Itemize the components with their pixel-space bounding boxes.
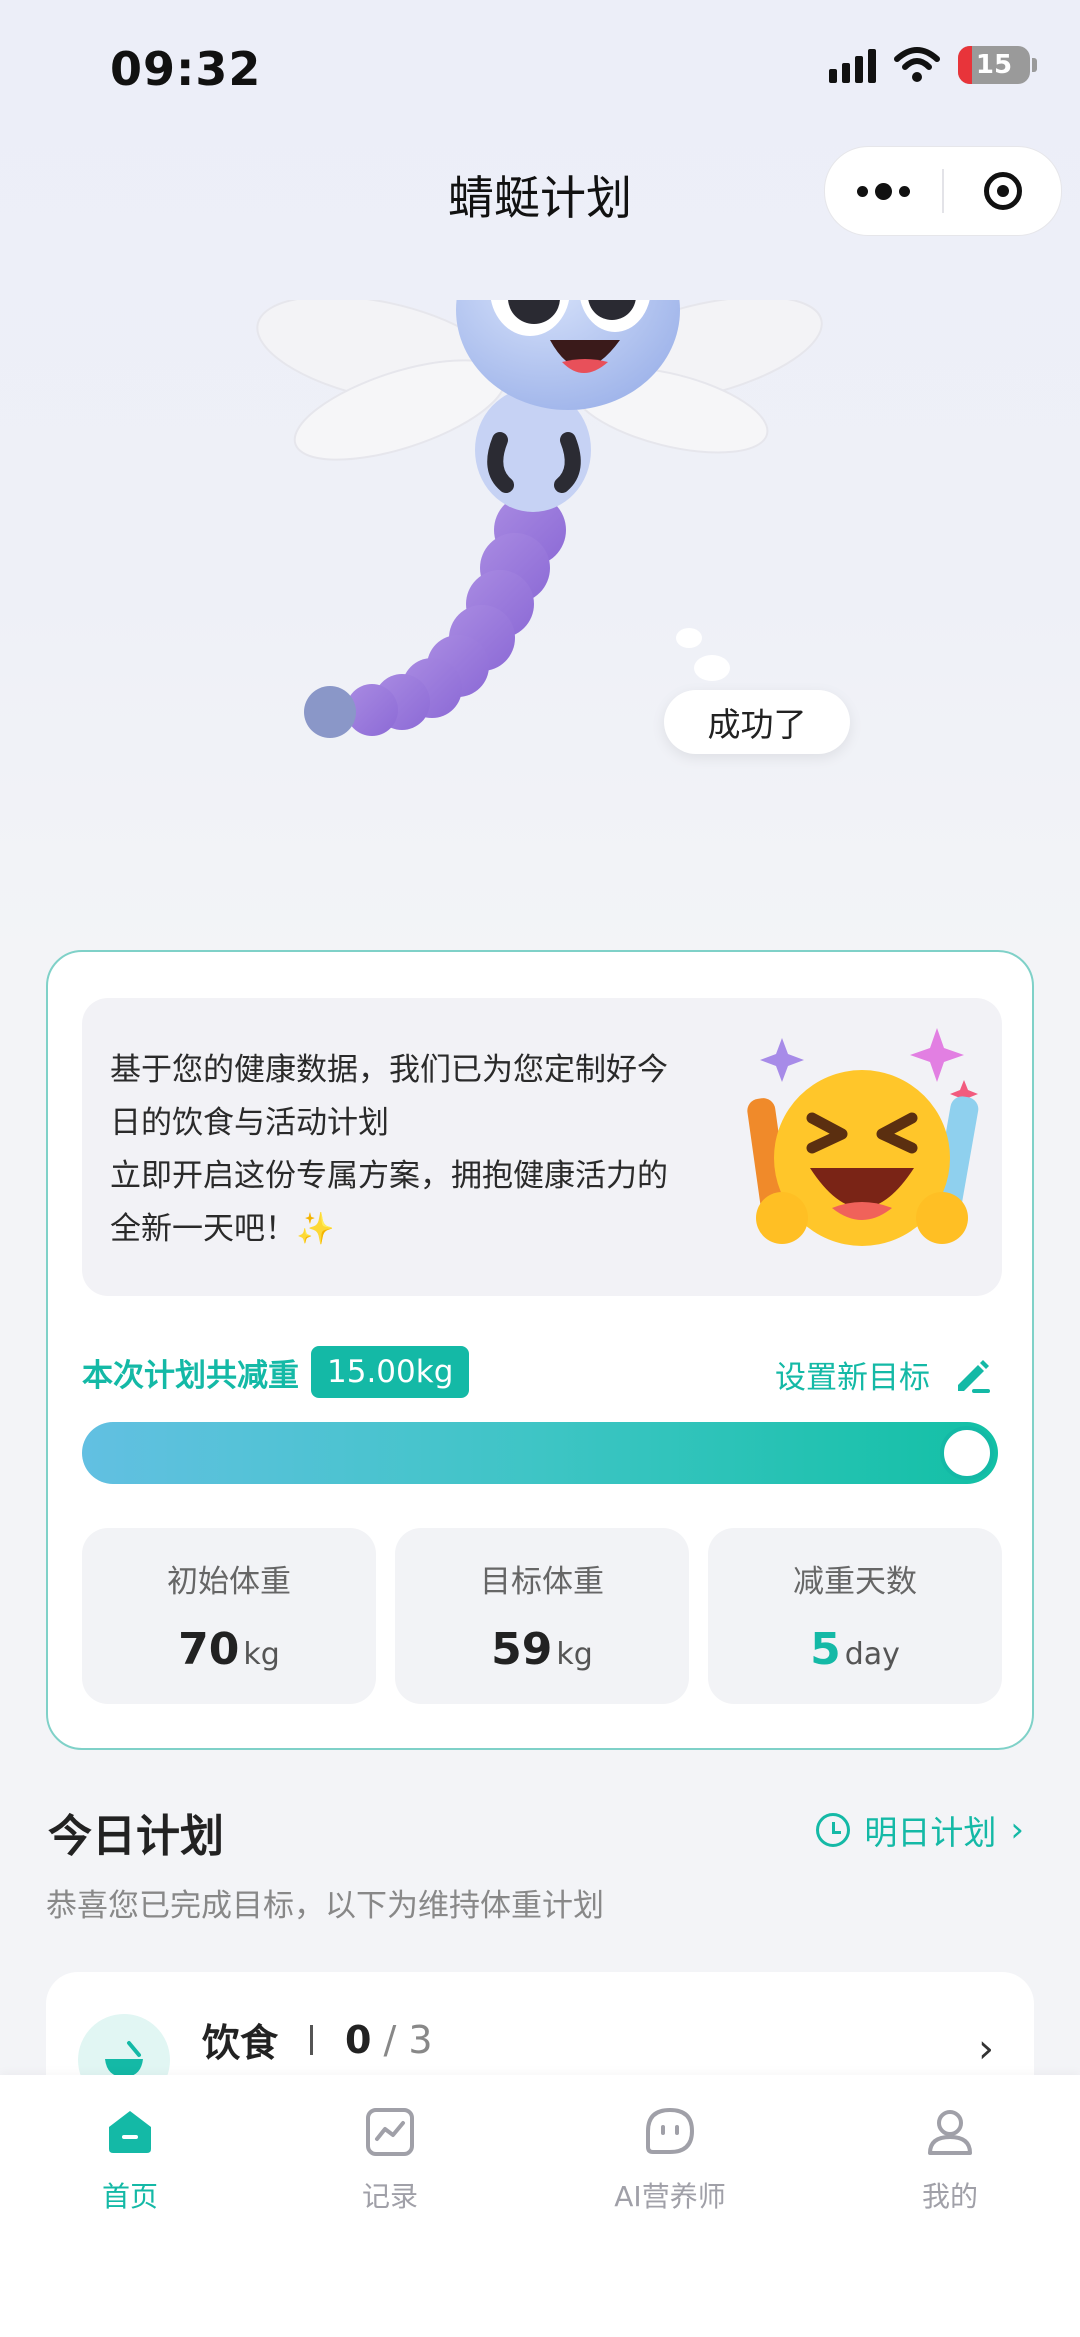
tab-label: 首页 [101,2180,158,2213]
mini-program-capsule [824,146,1062,236]
progress-knob [940,1426,994,1480]
message-box: 基于您的健康数据，我们已为您定制好今 日的饮食与活动计划 立即开启这份专属方案，… [82,998,1002,1296]
stat-unit: day [844,1637,900,1672]
diet-done-count: 0 [345,2017,372,2062]
stat-label: 初始体重 [167,1564,291,1600]
stat-label: 减重天数 [793,1564,917,1600]
tab-ai-nutritionist[interactable]: AI营养师 [570,2105,770,2215]
thought-dot-small [676,628,702,648]
tab-label: 记录 [361,2180,418,2213]
edit-icon [958,1359,990,1393]
more-icon[interactable] [825,182,942,200]
tab-label: AI营养师 [614,2180,726,2213]
message-line: 基于您的健康数据，我们已为您定制好今 [110,1052,668,1088]
goal-progress-bar [82,1422,998,1484]
set-new-goal-button[interactable]: 设置新目标 [775,1352,992,1397]
message-line: 立即开启这份专属方案，拥抱健康活力的 [110,1158,668,1194]
stat-target-weight: 目标体重 59 kg [395,1528,689,1704]
divider [310,2024,314,2055]
diet-label: 饮食 [202,2021,279,2065]
tab-label: 我的 [921,2180,978,2213]
weight-loss-goal: 本次计划共减重 15.00kg [82,1346,470,1398]
laughing-emoji-icon [747,1028,979,1246]
status-time: 09:32 [110,42,262,96]
tomorrow-plan-link[interactable]: 明日计划 › [816,1806,1024,1854]
battery-level: 15 [975,50,1013,80]
diet-total-count: / 3 [383,2017,433,2062]
plan-card: 基于您的健康数据，我们已为您定制好今 日的饮食与活动计划 立即开启这份专属方案，… [46,950,1034,1750]
tab-profile[interactable]: 我的 [850,2105,1050,2215]
stat-unit: kg [243,1637,280,1672]
goal-value-badge: 15.00kg [311,1346,470,1398]
dragonfly-mascot [256,300,823,738]
chat-bot-icon [646,2107,695,2154]
user-icon [928,2110,972,2155]
chart-icon [366,2108,414,2156]
speech-bubble: 成功了 [664,690,850,754]
status-icons: 15 [829,46,1037,84]
tomorrow-plan-label: 明日计划 [864,1813,997,1852]
clock-icon [816,1813,851,1847]
message-line: 日的饮食与活动计划 [110,1105,389,1141]
target-icon [983,172,1022,210]
chevron-right-icon: › [978,2026,994,2072]
message-text: 基于您的健康数据，我们已为您定制好今 日的饮食与活动计划 立即开启这份专属方案，… [110,1044,740,1256]
stat-initial-weight: 初始体重 70 kg [82,1528,376,1704]
diet-title: 饮食 0 / 3 [202,2012,433,2067]
stat-days: 减重天数 5 day [708,1528,1002,1704]
chevron-right-icon: › [1010,1810,1024,1850]
tab-home[interactable]: 首页 [30,2105,230,2215]
signal-icon [829,47,876,83]
today-plan-subtitle: 恭喜您已完成目标，以下为维持体重计划 [46,1888,604,1924]
tab-records[interactable]: 记录 [290,2105,490,2215]
stat-value: 70 [178,1624,240,1675]
bottom-tab-bar: 首页 记录 AI营养师 我的 [0,2075,1080,2337]
message-line: 全新一天吧！✨ [110,1211,335,1247]
stat-value: 5 [810,1624,841,1675]
battery-icon: 15 [958,46,1037,84]
stat-label: 目标体重 [480,1564,604,1600]
set-goal-label: 设置新目标 [775,1360,930,1396]
home-icon [109,2111,151,2153]
wifi-icon [894,47,940,82]
thought-dot [694,655,730,681]
today-plan-title: 今日计划 [48,1811,224,1862]
stat-unit: kg [556,1637,593,1672]
close-miniprogram-button[interactable] [944,172,1061,210]
goal-label: 本次计划共减重 [82,1357,299,1394]
stat-value: 59 [491,1624,553,1675]
